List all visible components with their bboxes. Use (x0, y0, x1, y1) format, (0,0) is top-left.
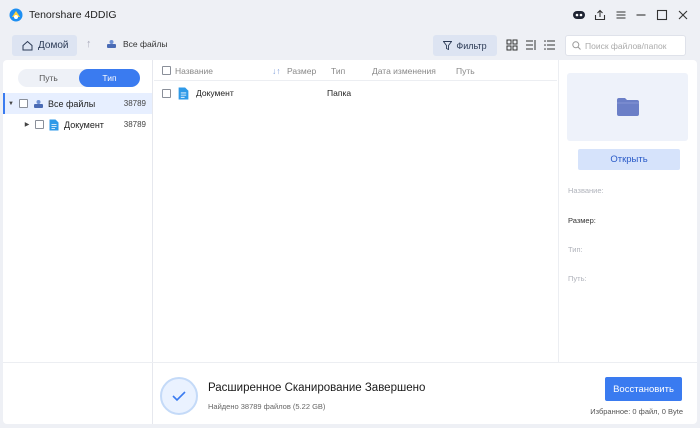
table-row[interactable]: Документ Папка (154, 82, 557, 104)
tree-item-label: Все файлы (48, 98, 96, 109)
up-arrow-icon[interactable]: ↑ (86, 38, 92, 50)
row-type: Папка (327, 88, 352, 98)
home-icon (22, 40, 33, 51)
row-checkbox[interactable] (162, 89, 171, 98)
search-box[interactable] (565, 35, 686, 56)
assistant-icon[interactable] (571, 7, 587, 23)
breadcrumb-label: Все файлы (123, 39, 168, 49)
upload-icon[interactable] (592, 7, 608, 23)
restore-button[interactable]: Восстановить (605, 377, 682, 401)
document-icon (178, 87, 189, 100)
scan-complete-icon (160, 377, 198, 415)
prop-name-label: Название: (568, 186, 604, 195)
minimize-icon[interactable] (633, 7, 649, 23)
select-all-checkbox[interactable] (162, 66, 171, 75)
caret-down-icon[interactable]: ▼ (7, 101, 15, 107)
tree-item-label: Документ (64, 119, 104, 130)
tab-type[interactable]: Тип (79, 69, 140, 87)
drive-icon (107, 40, 116, 48)
tab-path[interactable]: Путь (18, 69, 79, 87)
prop-size-label: Размер: (568, 216, 596, 225)
drive-icon (34, 99, 43, 108)
search-icon (572, 41, 581, 50)
filter-button[interactable]: Фильтр (433, 35, 497, 56)
selected-summary: Избранное: 0 файл, 0 Byte (590, 407, 683, 416)
sort-icon[interactable]: ↓↑ (272, 66, 281, 76)
tree-item-count: 38789 (123, 99, 146, 108)
home-button[interactable]: Домой (12, 35, 77, 56)
column-path[interactable]: Путь (456, 66, 475, 76)
filter-label: Фильтр (456, 40, 487, 51)
view-mode-switch: Путь Тип (18, 69, 140, 87)
checkbox[interactable] (35, 120, 44, 129)
checkbox[interactable] (19, 99, 28, 108)
column-name[interactable]: Название (175, 66, 213, 76)
scan-status-summary: Найдено 38789 файлов (5.22 GB) (208, 402, 326, 411)
column-type[interactable]: Тип (331, 66, 345, 76)
open-button[interactable]: Открыть (578, 149, 680, 170)
breadcrumb: Все файлы (106, 39, 168, 49)
home-label: Домой (38, 40, 69, 51)
close-icon[interactable] (675, 7, 691, 23)
filter-icon (443, 41, 453, 50)
document-icon (49, 119, 59, 130)
tree-item-all-files[interactable]: ▼ Все файлы 38789 (3, 93, 152, 114)
file-list-header: Название ↓↑ Размер Тип Дата изменения Пу… (154, 60, 557, 81)
status-footer: Расширенное Сканирование Завершено Найде… (3, 362, 697, 424)
caret-right-icon[interactable]: ▶ (23, 121, 31, 128)
tree-item-documents[interactable]: ▶ Документ 38789 (3, 114, 152, 135)
list-view-icon[interactable] (525, 39, 537, 51)
maximize-icon[interactable] (654, 7, 670, 23)
prop-type-label: Тип: (568, 245, 583, 254)
prop-path-label: Путь: (568, 274, 587, 283)
scan-status-title: Расширенное Сканирование Завершено (208, 382, 426, 394)
grid-view-icon[interactable] (506, 39, 518, 51)
search-input[interactable] (585, 40, 680, 51)
file-list: Название ↓↑ Размер Тип Дата изменения Пу… (154, 60, 557, 362)
detail-view-icon[interactable] (544, 39, 556, 51)
app-title: Tenorshare 4DDIG (29, 9, 117, 21)
main-panel: Путь Тип ▼ Все файлы 38789 ▶ Документ 38… (3, 60, 697, 424)
detail-pane: Открыть Название: Размер: Тип: Путь: (558, 60, 697, 362)
app-logo-icon (9, 8, 23, 22)
toolbar: Домой ↑ Все файлы Фильтр (0, 30, 700, 60)
title-bar: Tenorshare 4DDIG (0, 0, 700, 30)
tree-item-count: 38789 (123, 120, 146, 129)
column-modified[interactable]: Дата изменения (372, 66, 436, 76)
folder-icon (616, 98, 639, 116)
preview-area (567, 73, 688, 141)
row-name: Документ (196, 88, 234, 98)
column-size[interactable]: Размер (287, 66, 316, 76)
menu-icon[interactable] (613, 7, 629, 23)
